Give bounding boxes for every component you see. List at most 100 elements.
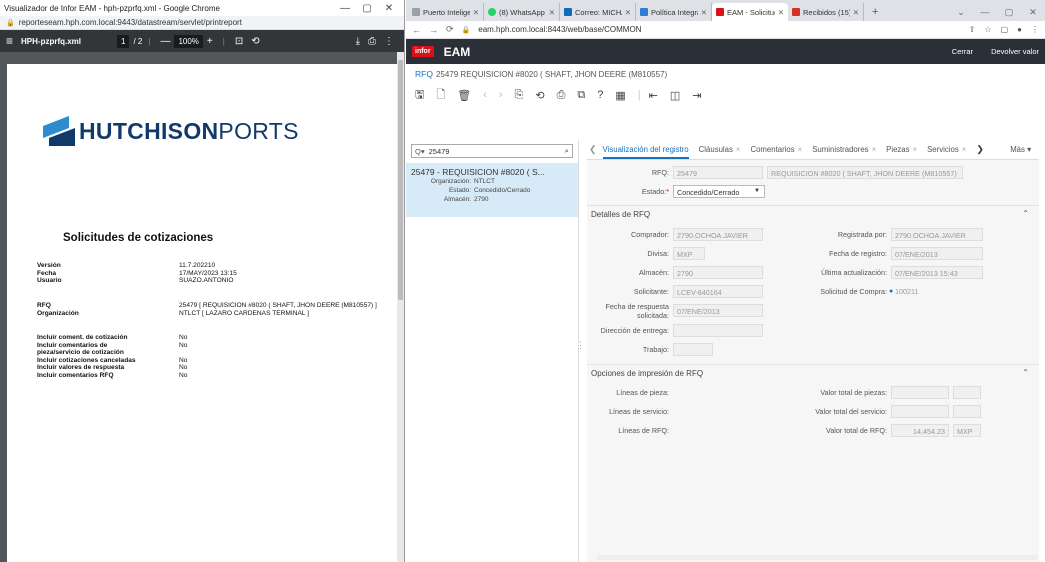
search-icon[interactable]: ⌕ [565, 146, 569, 156]
scrollbar-thumb[interactable] [398, 60, 403, 300]
rfq-label: RFQ: [651, 168, 669, 177]
browser-tab[interactable]: Recibidos (15) -✕ [788, 3, 864, 21]
close-button[interactable]: ✕ [1021, 7, 1045, 18]
new-record-icon[interactable]: 🗋 [436, 86, 445, 105]
zoom-in-icon[interactable]: + [207, 36, 213, 47]
refresh-icon[interactable]: ⟲ [535, 89, 544, 102]
estado-select[interactable]: Concedido/Cerrado ▼ [673, 185, 765, 198]
detalles-section-header[interactable]: Detalles de RFQ ⌃ [587, 205, 1039, 223]
browser-tab[interactable]: Puerto Inteligen✕ [408, 3, 484, 21]
tab-clausulas[interactable]: Cláusulas × [699, 145, 741, 154]
fit-page-icon[interactable]: ⊡ [235, 36, 243, 47]
collapse-chevron-icon[interactable]: ⌃ [1022, 209, 1029, 218]
list-item[interactable]: 25479 - REQUISICION #8020 ( S... Organiz… [406, 163, 578, 217]
more-options-icon[interactable]: ⋮ [384, 36, 394, 47]
close-tab-icon[interactable]: ✕ [775, 8, 784, 17]
minimize-button[interactable]: — [334, 3, 356, 14]
browser-tab[interactable]: Política Integral ✕ [636, 3, 712, 21]
minimize-button[interactable]: — [973, 7, 997, 17]
filter-dropdown[interactable]: Q▾ [415, 147, 425, 156]
close-tab-icon[interactable]: ✕ [850, 8, 859, 17]
maximize-button[interactable]: ▢ [356, 3, 378, 14]
screen-layout-icon[interactable]: ▦ [615, 89, 625, 102]
tabs-scroll-right-icon[interactable]: ❯ [976, 144, 984, 155]
app-name: EAM [443, 44, 471, 59]
next-icon[interactable]: › [499, 89, 503, 101]
new-tab-button[interactable]: + [864, 3, 886, 21]
copy-icon[interactable]: ⎘ [515, 89, 524, 102]
record-list-panel: Q▾ 25479 ⌕ 25479 - REQUISICION #8020 ( S… [406, 140, 585, 562]
fecha-respuesta-field: 07/ENE/2013 [673, 304, 763, 317]
zoom-out-icon[interactable]: — [160, 36, 170, 47]
tabs-scroll-left-icon[interactable]: ❮ [589, 144, 597, 155]
record-toolbar: 🖫 🗋 🗑 ‹ › ⎘ ⟲ ⎙ ⧉ ? ▦ | ⇤ ◫ ⇥ [406, 84, 1045, 106]
pdf-address-bar[interactable]: 🔒 reporteseam.hph.com.local:9443/datastr… [0, 16, 404, 30]
page-number-input[interactable]: 1 [117, 34, 130, 48]
reload-icon[interactable]: ⟳ [446, 24, 454, 35]
solicitud-compra-label: Solicitud de Compra: [820, 287, 887, 296]
search-input[interactable]: 25479 [429, 147, 565, 156]
tab-servicios[interactable]: Servicios × [927, 145, 966, 154]
expand-right-icon[interactable]: ⇥ [692, 89, 701, 102]
tab-suministradores[interactable]: Suministradores × [812, 145, 876, 154]
pdf-window-titlebar: Visualizador de Infor EAM - hph-pzprfq.x… [0, 0, 404, 16]
download-icon[interactable]: ⤓ [356, 36, 360, 47]
browser-tab[interactable]: (8) WhatsApp ✕ [484, 3, 560, 21]
pdf-url: reporteseam.hph.com.local:9443/datastrea… [18, 18, 242, 27]
pdf-scrollbar[interactable] [397, 52, 404, 562]
chevron-down-icon: ▼ [754, 188, 760, 194]
zoom-input[interactable]: 100% [174, 34, 203, 48]
maximize-button[interactable]: ▢ [997, 7, 1021, 18]
tab-record-view[interactable]: Visualización del registro [602, 145, 689, 159]
close-tab-icon[interactable]: ✕ [622, 8, 631, 17]
share-icon[interactable]: ⇪ [969, 25, 976, 34]
profile-icon[interactable]: ● [1017, 25, 1022, 34]
lineas-pieza-label: Líneas de pieza: [616, 388, 669, 397]
bookmark-star-icon[interactable]: ☆ [984, 25, 991, 34]
delete-icon[interactable]: 🗑 [457, 89, 471, 102]
more-tabs-button[interactable]: Más ▾ [1010, 145, 1031, 154]
save-icon[interactable]: 🖫 [415, 86, 424, 105]
record-form: RFQ: 25479 REQUISICION #8020 ( SHAFT, JH… [587, 160, 1039, 562]
valor-servicio-currency [953, 405, 981, 418]
collapse-left-icon[interactable]: ⇤ [649, 89, 658, 102]
menu-icon[interactable]: ≡ [6, 34, 13, 48]
pdf-viewer-window: Visualizador de Infor EAM - hph-pzprfq.x… [0, 0, 405, 562]
opciones-section-header[interactable]: Opciones de impresión de RFQ ⌃ [587, 364, 1039, 382]
print-icon[interactable]: ⎙ [368, 36, 376, 47]
browser-tab-active[interactable]: EAM - Solicitud ✕ [712, 3, 788, 21]
rotate-icon[interactable]: ⟲ [251, 36, 259, 47]
tab-piezas[interactable]: Piezas × [886, 145, 917, 154]
solicitud-compra-link[interactable]: 100211 [895, 287, 918, 296]
close-tab-icon[interactable]: ✕ [470, 8, 479, 17]
forward-icon[interactable]: → [429, 25, 438, 35]
url-input[interactable]: eam.hph.com.local:8443/web/base/COMMON [478, 25, 959, 34]
toolbar-divider: | [637, 89, 641, 101]
more-options-icon[interactable]: ⋮ [1031, 25, 1039, 34]
preview-icon[interactable]: ⧉ [577, 89, 585, 102]
return-value-button[interactable]: Devolver valor [991, 47, 1039, 56]
horizontal-scrollbar[interactable] [597, 555, 1037, 560]
panel-icon[interactable]: ◫ [670, 89, 680, 102]
close-record-button[interactable]: Cerrar [952, 47, 973, 56]
print-icon[interactable]: ⎙ [557, 89, 566, 102]
close-tab-icon[interactable]: ✕ [698, 8, 707, 17]
list-search[interactable]: Q▾ 25479 ⌕ [411, 144, 573, 158]
close-tab-icon[interactable]: ✕ [546, 8, 555, 17]
collapse-chevron-icon[interactable]: ⌃ [1022, 368, 1029, 377]
panel-splitter[interactable]: ⋮ [576, 340, 585, 351]
browser-tab[interactable]: Correo: MICHAE✕ [560, 3, 636, 21]
tab-search-button[interactable]: ⌄ [949, 7, 973, 18]
pdf-window-title: Visualizador de Infor EAM - hph-pzprfq.x… [4, 3, 220, 13]
valor-rfq-currency: MXP [953, 424, 981, 437]
rfq-description-field: REQUISICION #8020 ( SHAFT, JHON DEERE (M… [767, 166, 963, 179]
previous-icon[interactable]: ‹ [483, 89, 487, 101]
back-icon[interactable]: ← [412, 25, 421, 35]
sidebar-icon[interactable]: ▢ [1001, 25, 1009, 34]
close-button[interactable]: ✕ [378, 3, 400, 14]
tab-comentarios[interactable]: Comentarios × [750, 145, 802, 154]
ultima-actualizacion-field: 07/ENE/2013 15:43 [891, 266, 983, 279]
eam-content: Q▾ 25479 ⌕ 25479 - REQUISICION #8020 ( S… [406, 140, 1045, 562]
help-icon[interactable]: ? [597, 89, 603, 101]
lock-icon: 🔒 [461, 26, 471, 34]
